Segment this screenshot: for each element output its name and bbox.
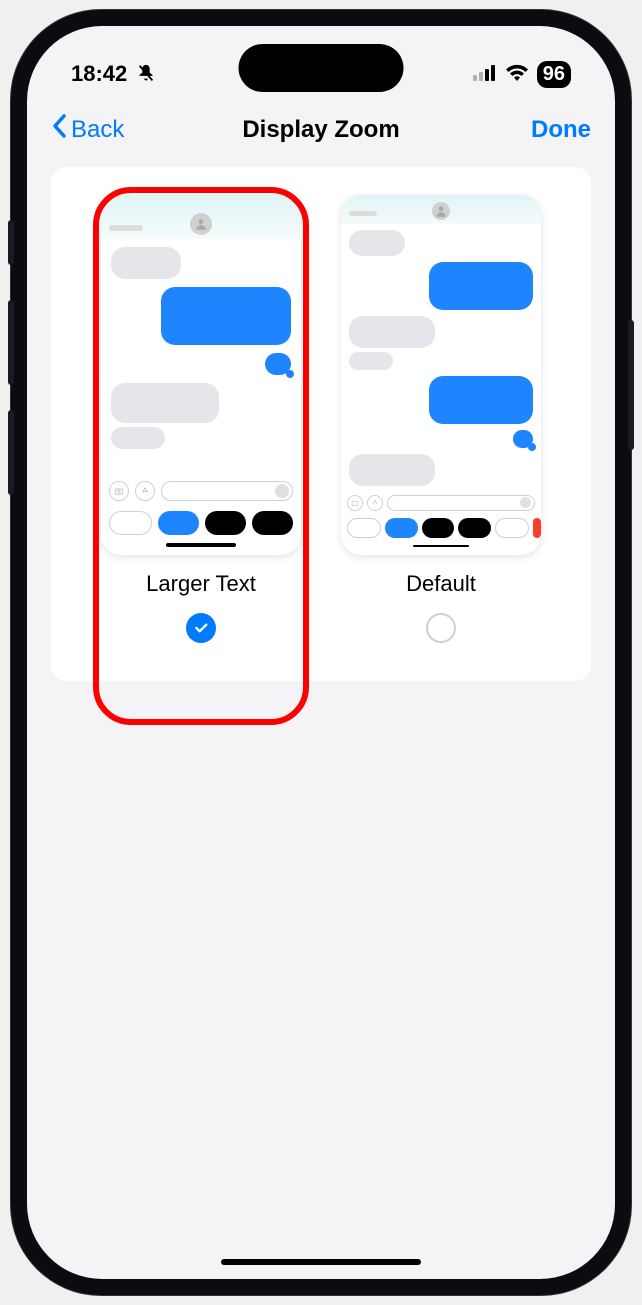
page-title: Display Zoom [171, 116, 471, 144]
option-label: Larger Text [146, 571, 256, 597]
side-button [628, 320, 634, 450]
done-button[interactable]: Done [471, 116, 591, 144]
message-bubble [429, 262, 533, 310]
message-bubble [349, 454, 435, 486]
message-bubble [429, 376, 533, 424]
message-bubble [111, 247, 181, 279]
dock-app-icon [205, 511, 246, 535]
preview-chat-area [341, 224, 541, 492]
message-bubble [111, 427, 165, 449]
navigation-bar: Back Display Zoom Done [27, 96, 615, 167]
cellular-signal-icon [473, 61, 497, 87]
avatar-icon [190, 213, 212, 235]
preview-home-indicator [166, 543, 236, 547]
mic-icon [520, 497, 531, 508]
avatar-icon [432, 202, 450, 220]
iphone-frame: 18:42 [11, 10, 631, 1295]
side-button [8, 220, 14, 265]
checkmark-icon [193, 620, 209, 636]
back-button[interactable]: Back [51, 114, 171, 145]
dock-app-icon [533, 518, 541, 538]
side-button [8, 300, 14, 385]
preview-header [341, 195, 541, 224]
dock-app-icon [158, 511, 199, 535]
dock-app-icon [458, 518, 490, 538]
app-store-icon [135, 481, 155, 501]
message-bubble [349, 316, 435, 348]
back-label: Back [71, 116, 124, 144]
preview-header [101, 195, 301, 239]
home-indicator[interactable] [221, 1259, 421, 1265]
dock-app-icon [495, 518, 529, 538]
preview-input-bar [341, 492, 541, 514]
preview-default [341, 195, 541, 555]
preview-input-bar [101, 477, 301, 505]
silent-mode-icon [135, 63, 157, 85]
status-right: 96 [473, 61, 571, 88]
option-label: Default [406, 571, 476, 597]
preview-home-indicator [413, 545, 469, 547]
typing-indicator-icon [513, 430, 533, 448]
status-time: 18:42 [71, 61, 127, 87]
dock-app-icon [252, 511, 293, 535]
preview-chat-area [101, 239, 301, 477]
status-left: 18:42 [71, 61, 157, 87]
preview-back-placeholder [109, 225, 143, 231]
preview-back-placeholder [349, 211, 377, 216]
message-bubble [349, 352, 393, 370]
message-bubble [161, 287, 291, 345]
message-input-placeholder [387, 495, 535, 511]
camera-icon [347, 495, 363, 511]
dock-app-icon [385, 518, 417, 538]
side-button [8, 410, 14, 495]
dock-app-icon [109, 511, 152, 535]
option-larger-text[interactable]: Larger Text [101, 195, 301, 643]
typing-indicator-icon [265, 353, 291, 375]
option-default[interactable]: Default [341, 195, 541, 643]
chevron-left-icon [51, 114, 67, 145]
camera-icon [109, 481, 129, 501]
dynamic-island [239, 44, 404, 92]
dock-app-icon [347, 518, 381, 538]
preview-dock [341, 514, 541, 541]
battery-indicator: 96 [537, 61, 571, 88]
radio-unselected[interactable] [426, 613, 456, 643]
preview-dock [101, 505, 301, 539]
app-store-icon [367, 495, 383, 511]
options-card: Larger Text [51, 167, 591, 681]
dock-app-icon [422, 518, 454, 538]
wifi-icon [505, 61, 529, 87]
message-bubble [111, 383, 219, 423]
radio-selected[interactable] [186, 613, 216, 643]
mic-icon [275, 484, 289, 498]
message-input-placeholder [161, 481, 293, 501]
preview-larger-text [101, 195, 301, 555]
message-bubble [349, 230, 405, 256]
